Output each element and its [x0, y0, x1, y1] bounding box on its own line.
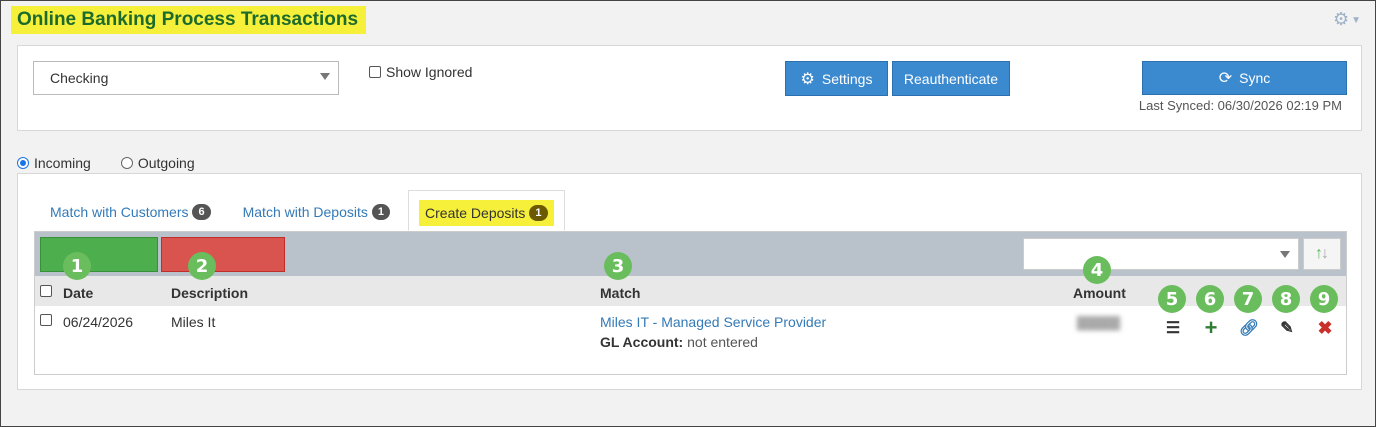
- column-header-match[interactable]: Match: [600, 285, 640, 301]
- refresh-icon: ⟳: [1218, 70, 1233, 87]
- sort-direction-button[interactable]: ↑ ↓: [1303, 238, 1341, 270]
- callout-marker-9: 9: [1310, 285, 1338, 313]
- show-ignored-toggle[interactable]: Show Ignored: [369, 64, 472, 80]
- callout-marker-4: 4: [1083, 256, 1111, 284]
- gear-icon: ⚙: [1332, 9, 1350, 29]
- incoming-radio[interactable]: [17, 157, 29, 169]
- column-header-description[interactable]: Description: [171, 285, 248, 301]
- tab-create-deposits[interactable]: Create Deposits 1: [408, 190, 565, 231]
- reauthenticate-button[interactable]: Reauthenticate: [892, 61, 1010, 96]
- gl-account-label: GL Account:: [600, 334, 684, 350]
- callout-marker-1: 1: [63, 252, 91, 280]
- page-title: Online Banking Process Transactions: [11, 6, 367, 34]
- transactions-grid: ↑ ↓ Date Description Match Amount 06/24/2…: [34, 231, 1347, 375]
- dropdown-arrow-icon: [320, 73, 330, 80]
- grid-toolbar: ↑ ↓: [35, 232, 1346, 276]
- show-ignored-checkbox[interactable]: [369, 66, 381, 78]
- row-checkbox[interactable]: [40, 314, 52, 326]
- table-row: 06/24/2026 Miles It Miles IT - Managed S…: [35, 306, 1346, 374]
- row-match-link[interactable]: Miles IT - Managed Service Provider: [600, 314, 826, 330]
- tab-bar: Match with Customers 6 Match with Deposi…: [34, 190, 565, 231]
- caret-down-icon: ▼: [1351, 14, 1361, 26]
- sync-button[interactable]: ⟳ Sync: [1142, 61, 1347, 95]
- list-icon[interactable]: ☰: [1163, 318, 1183, 338]
- transactions-panel: Match with Customers 6 Match with Deposi…: [17, 173, 1362, 390]
- sync-button-label: Sync: [1239, 70, 1271, 86]
- account-toolbar-panel: Checking Show Ignored ⚙ Settings Reauthe…: [17, 45, 1362, 131]
- show-ignored-label: Show Ignored: [386, 64, 473, 80]
- tab-highlight: Create Deposits 1: [419, 200, 554, 226]
- dropdown-arrow-icon: [1280, 251, 1290, 258]
- callout-marker-5: 5: [1158, 285, 1186, 313]
- callout-marker-6: 6: [1196, 285, 1224, 313]
- account-select-value: Checking: [50, 70, 109, 86]
- outgoing-label: Outgoing: [137, 155, 195, 171]
- tab-match-with-customers[interactable]: Match with Customers 6: [34, 190, 227, 231]
- callout-marker-7: 7: [1234, 285, 1262, 313]
- settings-button-label: Settings: [821, 70, 873, 87]
- callout-marker-8: 8: [1272, 285, 1300, 313]
- gl-account-value: not entered: [687, 334, 758, 350]
- bulk-ignore-button[interactable]: [161, 237, 285, 272]
- incoming-label: Incoming: [34, 155, 91, 171]
- link-icon[interactable]: 🔗︎: [1239, 318, 1259, 338]
- sort-select[interactable]: [1023, 238, 1299, 270]
- column-header-date[interactable]: Date: [63, 285, 93, 301]
- tab-match-with-deposits[interactable]: Match with Deposits 1: [227, 190, 406, 231]
- gear-icon: ⚙: [800, 70, 815, 88]
- tab-label: Create Deposits: [425, 205, 526, 221]
- row-date: 06/24/2026: [63, 314, 134, 330]
- count-badge: 1: [371, 204, 391, 220]
- callout-marker-2: 2: [188, 252, 216, 280]
- reauthenticate-button-label: Reauthenticate: [903, 70, 999, 87]
- count-badge: 6: [192, 204, 211, 220]
- delete-icon[interactable]: ✖: [1315, 318, 1335, 338]
- count-badge: 1: [529, 205, 548, 221]
- page-settings-menu[interactable]: ⚙ ▼: [1333, 9, 1361, 30]
- bulk-approve-button[interactable]: [40, 237, 158, 272]
- incoming-radio-option[interactable]: Incoming: [17, 155, 91, 171]
- row-amount-redacted: ▇▇▇▇: [1077, 314, 1121, 330]
- callout-marker-3: 3: [604, 252, 632, 280]
- sort-down-icon: ↓: [1321, 245, 1329, 262]
- column-header-amount[interactable]: Amount: [1073, 285, 1126, 301]
- outgoing-radio[interactable]: [120, 157, 133, 169]
- outgoing-radio-option[interactable]: Outgoing: [120, 155, 195, 171]
- select-all-checkbox[interactable]: [40, 285, 52, 297]
- direction-radio-group: Incoming Outgoing: [17, 155, 225, 171]
- settings-button[interactable]: ⚙ Settings: [785, 61, 888, 96]
- plus-icon[interactable]: +: [1201, 315, 1221, 340]
- edit-icon[interactable]: ✎: [1277, 318, 1297, 338]
- last-synced-text: Last Synced: 06/30/2026 02:19 PM: [1138, 98, 1342, 113]
- account-select[interactable]: Checking: [33, 61, 339, 95]
- table-header: Date Description Match Amount: [35, 276, 1346, 306]
- row-gl-account: GL Account: not entered: [600, 334, 758, 350]
- tab-label: Match with Customers: [50, 204, 189, 220]
- row-description: Miles It: [171, 314, 216, 330]
- tab-label: Match with Deposits: [242, 204, 368, 220]
